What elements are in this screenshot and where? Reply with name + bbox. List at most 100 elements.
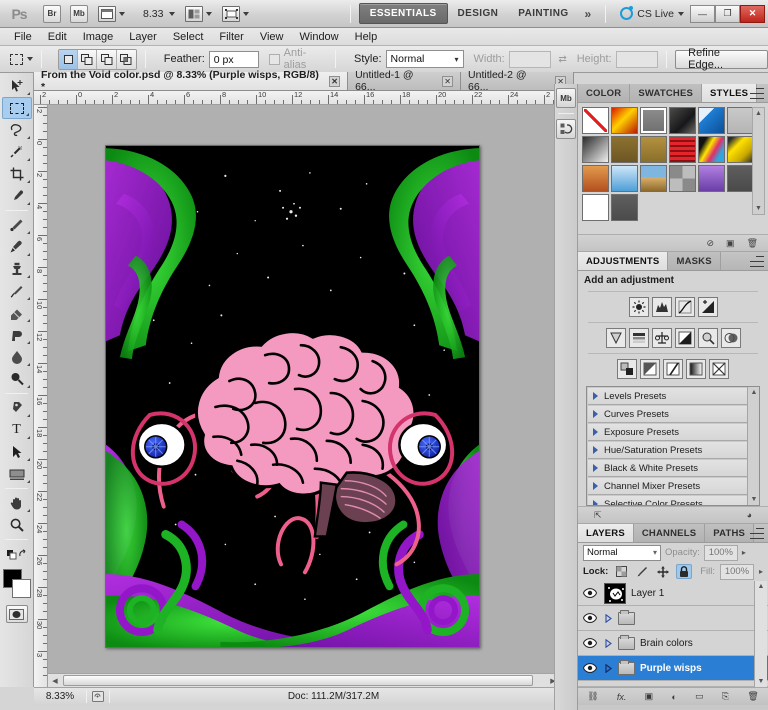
new-adjustment-layer-icon[interactable]: ◐ <box>671 692 676 702</box>
zoom-chevron-down-icon[interactable] <box>169 11 176 16</box>
tool-move[interactable] <box>2 75 32 97</box>
new-group-icon[interactable]: ▭ <box>695 691 704 702</box>
channel-mixer-icon[interactable] <box>720 328 741 348</box>
style-swatch-beach-scene[interactable] <box>640 165 667 192</box>
style-swatch-dark-gray-fill[interactable] <box>727 165 754 192</box>
menu-file[interactable]: File <box>6 30 40 44</box>
quick-mask-mode-button[interactable] <box>5 605 28 623</box>
eye-icon[interactable] <box>581 584 599 602</box>
document-tab-untitled-1[interactable]: Untitled-1 @ 66... ✕ <box>348 69 462 93</box>
menu-view[interactable]: View <box>252 30 292 44</box>
lock-position-icon[interactable] <box>655 564 671 579</box>
history-panel-icon[interactable] <box>556 119 576 139</box>
canvas-horizontal-scrollbar[interactable]: ◀ ▶ <box>48 673 560 687</box>
launch-bridge-button[interactable]: Br <box>43 4 61 23</box>
workspace-overflow-icon[interactable]: » <box>579 7 598 21</box>
menu-help[interactable]: Help <box>347 30 386 44</box>
refine-edge-button[interactable]: Refine Edge... <box>675 47 768 71</box>
style-swatch-gray-gradient[interactable] <box>582 136 609 163</box>
opacity-value[interactable]: 100% <box>703 544 738 561</box>
layer-row[interactable] <box>578 606 768 631</box>
scroll-down-icon[interactable]: ▼ <box>753 203 764 214</box>
brightness-contrast-icon[interactable] <box>628 297 649 317</box>
new-style-icon[interactable]: ▣ <box>726 238 735 249</box>
style-swatch-light-gray-fill[interactable] <box>727 107 754 134</box>
style-swatch-bronze-metal[interactable] <box>611 136 638 163</box>
group-disclosure-triangle-icon[interactable] <box>604 638 613 648</box>
disclosure-triangle-icon[interactable] <box>593 482 598 490</box>
tool-blur[interactable] <box>2 346 32 368</box>
new-selection-button[interactable] <box>59 49 79 69</box>
preset-row[interactable]: Selective Color Presets <box>588 496 758 505</box>
blend-mode-select[interactable]: Normal ▾ <box>583 544 661 561</box>
tab-layers[interactable]: LAYERS <box>578 524 634 542</box>
presets-scrollbar[interactable]: ▲ ▼ <box>747 387 759 505</box>
lock-image-pixels-icon[interactable] <box>634 564 650 579</box>
tool-zoom[interactable] <box>2 514 32 536</box>
tool-spot-healing-brush[interactable] <box>2 214 32 236</box>
disclosure-triangle-icon[interactable] <box>593 500 598 505</box>
tab-color[interactable]: COLOR <box>578 84 631 102</box>
tool-crop[interactable] <box>2 163 32 185</box>
document-profile-icon[interactable] <box>87 691 109 702</box>
tool-eyedropper[interactable] <box>2 185 32 207</box>
clip-to-layer-icon[interactable]: ◕ <box>747 510 752 520</box>
tab-styles[interactable]: STYLES <box>702 84 758 102</box>
vibrance-icon[interactable] <box>605 328 626 348</box>
tab-channels[interactable]: CHANNELS <box>633 524 706 542</box>
disclosure-triangle-icon[interactable] <box>593 410 598 418</box>
launch-mini-bridge-button[interactable]: Mb <box>70 4 88 23</box>
minimize-button[interactable]: — <box>690 4 715 23</box>
close-icon[interactable]: ✕ <box>329 75 341 87</box>
group-disclosure-triangle-icon[interactable] <box>604 663 613 673</box>
color-balance-icon[interactable] <box>651 328 672 348</box>
menu-edit[interactable]: Edit <box>40 30 75 44</box>
status-zoom-value[interactable]: 8.33% <box>34 691 86 702</box>
return-to-adjustment-list-icon[interactable]: ⇱ <box>594 510 602 521</box>
fill-value[interactable]: 100% <box>719 563 754 580</box>
disclosure-triangle-icon[interactable] <box>593 464 598 472</box>
preset-row[interactable]: Levels Presets <box>588 388 758 405</box>
scroll-up-icon[interactable]: ▲ <box>755 581 767 592</box>
posterize-icon[interactable] <box>640 359 660 379</box>
lock-transparent-pixels-icon[interactable] <box>613 564 629 579</box>
lock-all-icon[interactable] <box>676 564 693 579</box>
mini-bridge-panel-icon[interactable]: Mb <box>556 88 576 108</box>
menu-window[interactable]: Window <box>292 30 347 44</box>
menu-layer[interactable]: Layer <box>121 30 165 44</box>
zoom-level-value[interactable]: 8.33 <box>143 8 163 20</box>
artboard[interactable] <box>105 145 480 648</box>
group-disclosure-triangle-icon[interactable] <box>604 613 613 623</box>
layer-style-icon[interactable]: fx. <box>617 692 627 702</box>
style-swatch-abstract-color[interactable] <box>698 136 725 163</box>
style-swatch-orange-sky[interactable] <box>582 165 609 192</box>
feather-input[interactable]: 0 px <box>208 50 260 68</box>
delete-layer-icon[interactable]: 🗑 <box>747 691 758 702</box>
tab-paths[interactable]: PATHS <box>705 524 755 542</box>
tool-rectangle-shape[interactable] <box>2 463 32 485</box>
scroll-down-icon[interactable]: ▼ <box>748 494 759 505</box>
new-layer-icon[interactable]: ⎘ <box>722 691 729 702</box>
height-input[interactable] <box>615 50 659 68</box>
exposure-icon[interactable] <box>697 297 718 317</box>
style-swatch-charcoal-fill[interactable] <box>611 194 638 221</box>
tool-eraser[interactable] <box>2 302 32 324</box>
style-swatch-dark-texture[interactable] <box>669 107 696 134</box>
horizontal-ruler[interactable]: 2 0 2 4 6 8 10 12 14 16 18 20 22 24 2 <box>34 91 574 105</box>
anti-alias-checkbox[interactable] <box>269 53 280 65</box>
cs-live-button[interactable]: CS Live <box>620 6 684 20</box>
adjustment-presets-list[interactable]: Levels Presets Curves Presets Exposure Pre… <box>586 386 760 506</box>
width-input[interactable] <box>508 50 552 68</box>
tool-lasso[interactable] <box>2 119 32 141</box>
eye-icon[interactable] <box>581 659 599 677</box>
preset-row[interactable]: Channel Mixer Presets <box>588 478 758 495</box>
style-swatch-white-fill[interactable] <box>582 194 609 221</box>
screen-mode-button[interactable] <box>222 4 250 24</box>
style-swatch-blue-fold[interactable] <box>698 107 725 134</box>
workspace-tab-design[interactable]: DESIGN <box>448 4 509 23</box>
opacity-popup-arrow-icon[interactable]: ▸ <box>742 548 746 557</box>
scroll-left-icon[interactable]: ◀ <box>48 674 62 688</box>
color-swatches[interactable] <box>2 569 32 599</box>
tool-quick-selection[interactable] <box>2 141 32 163</box>
styles-scrollbar[interactable]: ▲ ▼ <box>752 107 765 215</box>
